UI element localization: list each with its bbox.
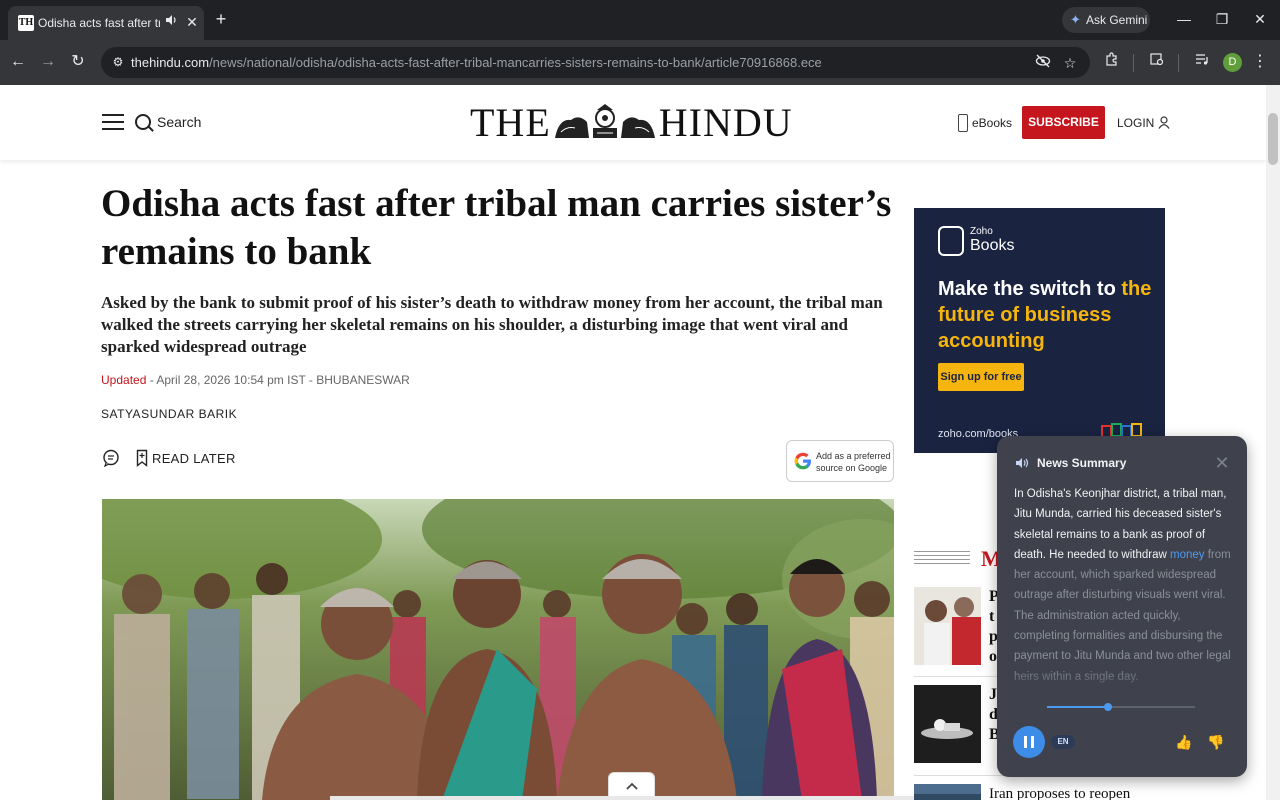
google-preferred-source-label: Add as a preferred source on Google bbox=[816, 451, 891, 473]
pause-button[interactable] bbox=[1013, 726, 1045, 758]
profile-avatar[interactable]: D bbox=[1223, 53, 1242, 72]
tab-title: Odisha acts fast after tribal bbox=[38, 16, 160, 30]
ebooks-link[interactable]: eBooks bbox=[958, 113, 1012, 133]
summary-text-current-word: money bbox=[1170, 548, 1205, 561]
logo-crest-icon bbox=[553, 104, 657, 142]
article-standfirst: Asked by the bank to submit proof of his… bbox=[101, 293, 883, 356]
logo-text-left: THE bbox=[470, 100, 551, 145]
page-viewport: Search THE HINDU eBooks SUBSCRIBE LOGIN … bbox=[0, 85, 1280, 800]
gemini-sparkle-icon: ✦ bbox=[1070, 12, 1081, 27]
pause-icon-bar bbox=[1031, 736, 1034, 748]
tracking-protection-icon[interactable] bbox=[1033, 53, 1053, 73]
url-text[interactable]: thehindu.com/news/national/odisha/odisha… bbox=[131, 47, 822, 78]
url-path: /news/national/odisha/odisha-acts-fast-a… bbox=[209, 55, 822, 70]
article-dateline: Updated - April 28, 2026 10:54 pm IST - … bbox=[101, 372, 410, 388]
forward-icon[interactable]: → bbox=[36, 50, 60, 74]
read-later-label: READ LATER bbox=[152, 451, 236, 466]
playback-progress-knob[interactable] bbox=[1103, 703, 1112, 711]
tab-close-icon[interactable]: ✕ bbox=[184, 13, 200, 31]
toolbar-divider bbox=[1178, 54, 1179, 72]
pause-icon bbox=[1024, 736, 1027, 748]
the-hindu-logo[interactable]: THE HINDU bbox=[470, 102, 793, 144]
minimize-button[interactable]: — bbox=[1170, 6, 1198, 32]
zoho-books-logo-icon bbox=[938, 226, 964, 256]
ask-gemini-button[interactable]: ✦ Ask Gemini bbox=[1062, 7, 1150, 33]
ebooks-label: eBooks bbox=[972, 116, 1013, 130]
news-summary-title: News Summary bbox=[1037, 456, 1127, 470]
search-icon bbox=[135, 114, 151, 130]
playback-progress-fill bbox=[1047, 706, 1108, 708]
browser-tab-bar: TH Odisha acts fast after tribal ✕ + ✦ A… bbox=[0, 0, 1280, 40]
logo-text-right: HINDU bbox=[658, 100, 793, 145]
thumbs-down-icon[interactable]: 👎 bbox=[1207, 733, 1225, 751]
article-hero-image[interactable] bbox=[102, 499, 894, 800]
news-summary-panel: News Summary ✕ In Odisha's Keonjhar dist… bbox=[997, 436, 1247, 777]
chevron-up-icon bbox=[625, 782, 638, 790]
zoho-books-advertisement[interactable]: Zoho Books Make the switch to the future… bbox=[914, 208, 1165, 453]
playback-progress-slider[interactable] bbox=[1047, 703, 1195, 711]
language-badge[interactable]: EN bbox=[1051, 735, 1075, 749]
summary-text-unread: from her account, which sparked widespre… bbox=[1014, 548, 1231, 683]
ad-signup-button[interactable]: Sign up for free bbox=[938, 363, 1024, 391]
reload-icon[interactable]: ↻ bbox=[66, 50, 90, 74]
thumbs-up-icon[interactable]: 👍 bbox=[1175, 733, 1193, 751]
google-preferred-source-button[interactable]: Add as a preferred source on Google bbox=[786, 440, 894, 482]
section-heading-rule bbox=[914, 551, 970, 565]
sidebar-story-thumbnail bbox=[914, 685, 981, 763]
news-summary-text: In Odisha's Keonjhar district, a tribal … bbox=[1014, 484, 1236, 687]
scrollbar-thumb[interactable] bbox=[1268, 113, 1278, 165]
login-label: LOGIN bbox=[1117, 116, 1155, 130]
hamburger-menu-icon[interactable] bbox=[102, 114, 124, 130]
new-tab-button[interactable]: + bbox=[210, 8, 232, 30]
close-window-button[interactable]: ✕ bbox=[1246, 6, 1274, 32]
back-icon[interactable]: ← bbox=[6, 50, 30, 74]
search-button[interactable]: Search bbox=[135, 111, 201, 133]
browser-menu-icon[interactable]: ⋮ bbox=[1252, 51, 1268, 73]
article-headline: Odisha acts fast after tribal man carrie… bbox=[101, 182, 892, 273]
bookmark-icon bbox=[136, 449, 148, 467]
login-link[interactable]: LOGIN bbox=[1117, 113, 1170, 133]
page-scrollbar[interactable] bbox=[1266, 85, 1280, 800]
ad-brand: Books bbox=[970, 237, 1015, 254]
bookmark-star-icon[interactable]: ☆ bbox=[1060, 53, 1080, 73]
address-bar[interactable]: ⚙ thehindu.com/news/national/odisha/odis… bbox=[101, 47, 1090, 78]
extensions-icon[interactable] bbox=[1101, 51, 1123, 73]
speaker-icon bbox=[1015, 456, 1029, 470]
site-favicon-icon: TH bbox=[18, 15, 34, 31]
google-g-icon bbox=[793, 451, 813, 471]
media-controls-icon[interactable] bbox=[1191, 51, 1213, 73]
updated-label: Updated bbox=[101, 373, 147, 387]
ad-headline-plain: Make the switch to bbox=[938, 278, 1122, 300]
site-header: Search THE HINDU eBooks SUBSCRIBE LOGIN bbox=[0, 85, 1266, 160]
user-icon bbox=[1158, 115, 1170, 129]
sidebar-story-title: Iran proposes to reopen bbox=[989, 786, 1131, 800]
dateline-text: - April 28, 2026 10:54 pm IST - BHUBANES… bbox=[146, 373, 410, 387]
reading-mode-icon[interactable] bbox=[1146, 51, 1168, 73]
site-info-icon[interactable]: ⚙ bbox=[109, 53, 127, 71]
search-label: Search bbox=[157, 114, 202, 130]
browser-tab[interactable]: TH Odisha acts fast after tribal ✕ bbox=[8, 6, 204, 40]
url-host: thehindu.com bbox=[131, 55, 210, 70]
maximize-button[interactable]: ❐ bbox=[1208, 6, 1236, 32]
subscribe-button[interactable]: SUBSCRIBE bbox=[1022, 106, 1105, 139]
read-later-button[interactable]: READ LATER bbox=[136, 448, 236, 470]
author-byline[interactable]: SATYASUNDAR BARIK bbox=[101, 406, 237, 422]
ad-headline: Make the switch to the future of busines… bbox=[938, 276, 1158, 354]
sidebar-story-thumbnail bbox=[914, 587, 981, 665]
close-icon[interactable]: ✕ bbox=[1212, 453, 1232, 473]
bottom-banner-edge bbox=[330, 796, 936, 800]
comment-icon[interactable] bbox=[102, 449, 120, 468]
sidebar-story-thumbnail bbox=[914, 784, 981, 800]
summary-fade bbox=[997, 666, 1247, 694]
ebook-device-icon bbox=[958, 114, 968, 132]
speaker-icon[interactable] bbox=[164, 13, 180, 31]
toolbar-divider bbox=[1133, 54, 1134, 72]
ask-gemini-label: Ask Gemini bbox=[1086, 13, 1148, 27]
browser-toolbar: ← → ↻ ⚙ thehindu.com/news/national/odish… bbox=[0, 40, 1280, 85]
